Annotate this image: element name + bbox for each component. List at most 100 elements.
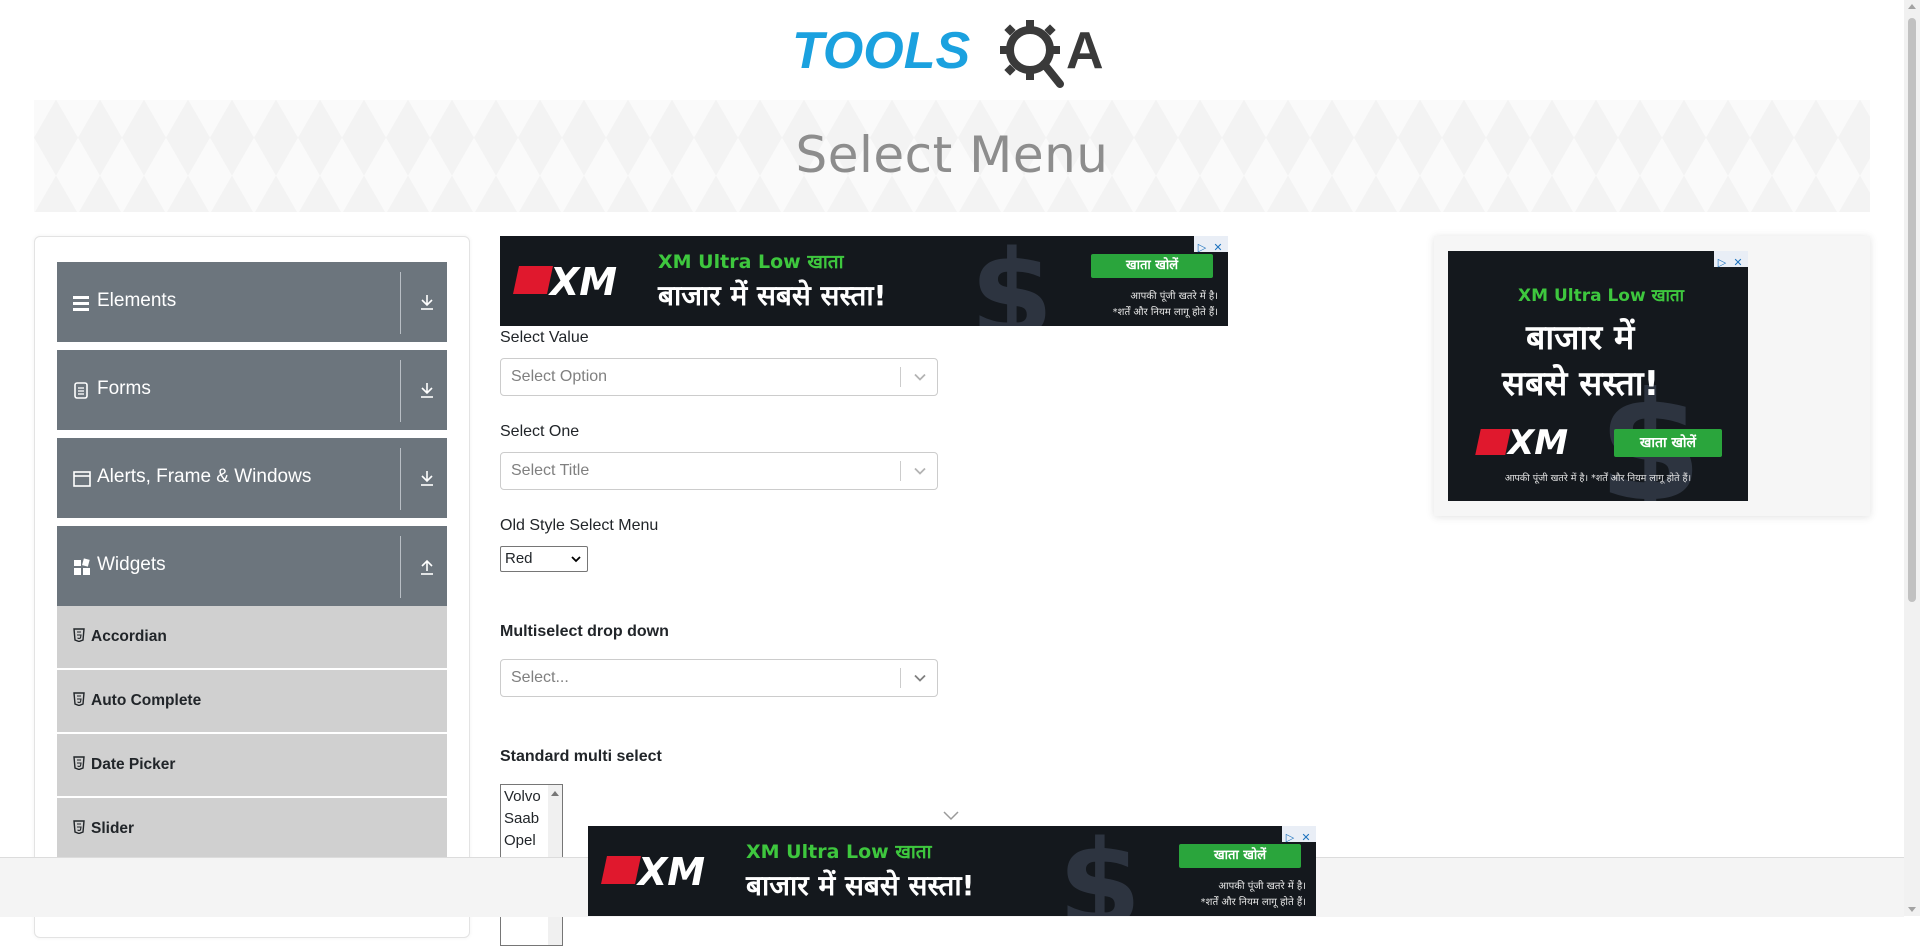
xm-flag-icon xyxy=(1475,429,1511,455)
sidebar-item-label: Auto Complete xyxy=(91,692,202,709)
ad-tagline: बाजार में सबसे सस्ता! xyxy=(746,869,975,902)
ad-brand: XM xyxy=(638,850,706,894)
ad-disclaimer-1: आपकी पूंजी खतरे में है। xyxy=(1130,291,1218,302)
scrollbar-thumb[interactable] xyxy=(1908,18,1916,602)
download-arrow-icon xyxy=(421,383,433,398)
download-arrow-icon xyxy=(421,295,433,310)
form-icon xyxy=(74,382,88,399)
old-style-select-label: Old Style Select Menu xyxy=(500,517,659,534)
sidebar-item-date-picker[interactable]: Date Picker xyxy=(57,734,447,798)
sidebar-group-elements[interactable]: Elements xyxy=(57,262,447,342)
select-one-placeholder: Select Title xyxy=(511,462,590,479)
indicator-separator xyxy=(900,461,901,481)
sidebar-item-label: Accordian xyxy=(91,628,167,645)
ad-banner-top[interactable]: $ XM XM Ultra Low खाता बाजार में सबसे सस… xyxy=(500,236,1228,326)
sidebar: Elements Forms Alerts, Frame & Windows W… xyxy=(34,236,470,938)
divider xyxy=(400,272,401,334)
html5-icon xyxy=(73,692,85,706)
multi-option[interactable]: Opel xyxy=(504,832,536,849)
scroll-up-icon[interactable] xyxy=(551,791,559,796)
multiselect-label: Multiselect drop down xyxy=(500,623,669,640)
ad-banner-footer[interactable]: $ XM XM Ultra Low खाता बाजार में सबसे सस… xyxy=(588,826,1316,916)
multiselect-placeholder: Select... xyxy=(511,669,569,686)
ad-info-icon[interactable]: ▷ xyxy=(1714,255,1730,271)
logo-text-a: A xyxy=(1066,22,1104,80)
multi-option[interactable]: Volvo xyxy=(504,788,541,805)
select-one-label: Select One xyxy=(500,423,580,440)
download-arrow-icon xyxy=(421,471,433,486)
divider xyxy=(400,448,401,510)
dollar-graphic: $ xyxy=(970,236,1054,326)
ad-choices[interactable]: ▷ ✕ xyxy=(1282,826,1316,844)
ad-tagline: बाजार में सबसे सस्ता! xyxy=(658,279,887,312)
ad-brand: XM xyxy=(550,260,618,304)
html5-icon xyxy=(73,756,85,770)
ad-close-icon[interactable]: ✕ xyxy=(1730,255,1746,271)
xm-flag-icon xyxy=(601,856,641,884)
ad-tagline-line1: बाजार में xyxy=(1526,318,1635,358)
ad-choices[interactable]: ▷ ✕ xyxy=(1714,251,1748,269)
sidebar-group-label: Alerts, Frame & Windows xyxy=(97,466,312,487)
chevron-down-icon[interactable] xyxy=(913,370,927,384)
old-style-selected-value: Red xyxy=(505,550,533,567)
hamburger-icon xyxy=(73,296,89,311)
ad-cta-button[interactable]: खाता खोलें xyxy=(1091,254,1213,278)
chevron-down-icon[interactable] xyxy=(913,464,927,478)
right-ad-panel: $ XM Ultra Low खाता बाजार में सबसे सस्ता… xyxy=(1434,236,1870,516)
sidebar-group-label: Forms xyxy=(97,378,151,399)
html5-icon xyxy=(73,628,85,642)
select-one-dropdown[interactable]: Select Title xyxy=(500,452,938,490)
gear-magnifier-icon xyxy=(1000,20,1064,88)
select-value-label: Select Value xyxy=(500,329,589,346)
chevron-down-icon xyxy=(571,556,581,563)
page-banner: Select Menu xyxy=(34,100,1870,212)
sidebar-group-label: Elements xyxy=(97,290,177,311)
ad-close-icon[interactable]: ✕ xyxy=(1298,830,1314,846)
ad-cta-button[interactable]: खाता खोलें xyxy=(1179,844,1301,868)
ad-choices[interactable]: ▷ ✕ xyxy=(1194,236,1228,254)
old-style-select[interactable]: Red xyxy=(500,546,588,572)
indicator-separator xyxy=(900,367,901,387)
ad-disclaimer-2: *शर्तें और नियम लागू होते हैं। xyxy=(1200,897,1306,908)
sidebar-group-alerts-frame-windows[interactable]: Alerts, Frame & Windows xyxy=(57,438,447,518)
ad-disclaimer-2: *शर्तें और नियम लागू होते हैं। xyxy=(1112,307,1218,318)
dollar-graphic: $ xyxy=(1058,826,1142,916)
multiselect-dropdown[interactable]: Select... xyxy=(500,659,938,697)
ad-headline: XM Ultra Low खाता xyxy=(658,251,844,273)
sidebar-item-slider[interactable]: Slider xyxy=(57,798,447,862)
multi-option[interactable]: Saab xyxy=(504,810,539,827)
indicator-separator xyxy=(900,668,901,688)
scroll-up-icon[interactable] xyxy=(1908,4,1916,9)
ad-info-icon[interactable]: ▷ xyxy=(1282,830,1298,846)
chevron-down-icon[interactable] xyxy=(942,810,960,822)
ad-close-icon[interactable]: ✕ xyxy=(1210,240,1226,256)
toolsqa-logo[interactable]: TOOLS A xyxy=(790,14,1120,92)
ad-cta-button[interactable]: खाता खोलें xyxy=(1614,429,1722,457)
sidebar-group-forms[interactable]: Forms xyxy=(57,350,447,430)
page-title: Select Menu xyxy=(795,126,1109,184)
upload-arrow-icon xyxy=(421,559,433,575)
page-scrollbar[interactable] xyxy=(1904,0,1920,916)
window-icon xyxy=(73,471,91,487)
sidebar-item-label: Slider xyxy=(91,820,135,837)
sidebar-group-widgets[interactable]: Widgets xyxy=(57,526,447,606)
xm-flag-icon xyxy=(513,266,553,294)
ad-brand: XM xyxy=(1508,423,1569,463)
html5-icon xyxy=(73,820,85,834)
ad-disclaimer: आपकी पूंजी खतरे में है। *शर्तें और नियम … xyxy=(1504,473,1692,484)
divider xyxy=(400,360,401,422)
ad-tagline-line2: सबसे सस्ता! xyxy=(1502,364,1660,404)
ad-headline: XM Ultra Low खाता xyxy=(1518,286,1685,306)
divider xyxy=(400,536,401,598)
widgets-icon xyxy=(74,558,90,575)
select-value-dropdown[interactable]: Select Option xyxy=(500,358,938,396)
select-value-placeholder: Select Option xyxy=(511,368,608,385)
ad-info-icon[interactable]: ▷ xyxy=(1194,240,1210,256)
ad-square[interactable]: $ XM Ultra Low खाता बाजार में सबसे सस्ता… xyxy=(1448,251,1748,501)
logo-text-tools: TOOLS xyxy=(792,22,970,80)
sidebar-item-accordian[interactable]: Accordian xyxy=(57,606,447,670)
sidebar-item-auto-complete[interactable]: Auto Complete xyxy=(57,670,447,734)
sidebar-item-label: Date Picker xyxy=(91,756,176,773)
scroll-down-icon[interactable] xyxy=(1908,907,1916,912)
chevron-down-icon[interactable] xyxy=(913,671,927,685)
